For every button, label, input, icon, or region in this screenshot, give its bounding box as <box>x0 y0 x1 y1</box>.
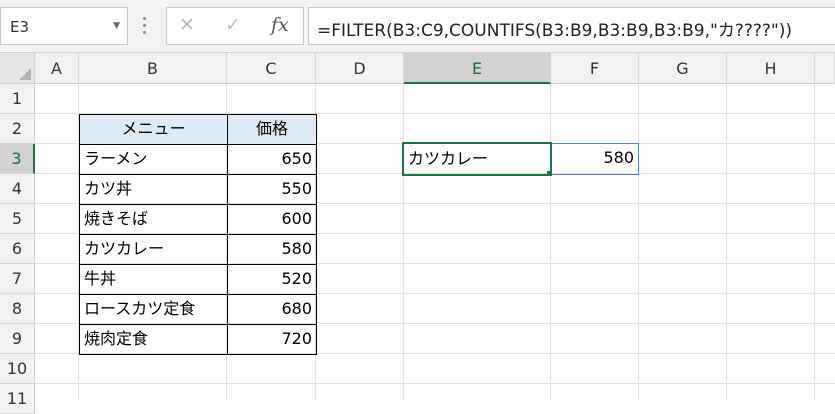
table-cell-menu[interactable]: 焼肉定食 <box>79 324 228 355</box>
result-name-value: カツカレー <box>408 149 489 168</box>
select-all-button[interactable] <box>0 53 35 84</box>
table-cell-price[interactable]: 550 <box>227 174 317 205</box>
table-cell-menu[interactable]: カツカレー <box>79 234 228 265</box>
column-header-h[interactable]: H <box>727 53 815 84</box>
table-header-price[interactable]: 価格 <box>227 114 317 145</box>
insert-function-icon[interactable]: fx <box>271 14 289 36</box>
row-header-10[interactable]: 10 <box>0 354 35 384</box>
table-cell-price[interactable]: 720 <box>227 324 317 355</box>
table-cell-price[interactable]: 680 <box>227 294 317 325</box>
formula-buttons: ✕ ✓ fx <box>166 7 304 45</box>
table-cell-price[interactable]: 600 <box>227 204 317 235</box>
fill-handle[interactable] <box>546 170 550 174</box>
table-cell-price[interactable]: 580 <box>227 234 317 265</box>
column-header-b[interactable]: B <box>79 53 227 84</box>
column-header-g[interactable]: G <box>639 53 727 84</box>
name-box-value: E3 <box>10 18 30 36</box>
formula-bar: E3 ▼ ✕ ✓ fx =FILTER(B3:C9,COUNTIFS(B3:B9… <box>0 0 835 53</box>
active-cell-e3[interactable]: カツカレー <box>402 142 552 176</box>
row-header-9[interactable]: 9 <box>0 324 35 354</box>
table-cell-menu[interactable]: 牛丼 <box>79 264 228 295</box>
table-cell-menu[interactable]: 焼きそば <box>79 204 228 235</box>
row-header-1[interactable]: 1 <box>0 84 35 114</box>
enter-icon[interactable]: ✓ <box>225 14 241 36</box>
formula-input[interactable]: =FILTER(B3:C9,COUNTIFS(B3:B9,B3:B9,B3:B9… <box>308 7 835 45</box>
worksheet-grid: A B C D E F G H 1 2 3 4 5 6 7 8 9 10 11 … <box>0 53 835 414</box>
more-options-icon[interactable] <box>143 14 147 36</box>
row-header-3[interactable]: 3 <box>0 144 35 174</box>
gridline <box>35 383 835 384</box>
name-box[interactable]: E3 ▼ <box>0 7 128 45</box>
table-cell-price[interactable]: 520 <box>227 264 317 295</box>
column-header-f[interactable]: F <box>551 53 639 84</box>
cancel-icon[interactable]: ✕ <box>179 14 195 36</box>
row-header-5[interactable]: 5 <box>0 204 35 234</box>
result-price-cell[interactable]: 580 <box>550 143 639 175</box>
row-header-4[interactable]: 4 <box>0 174 35 204</box>
column-header-i[interactable] <box>815 53 835 84</box>
row-header-6[interactable]: 6 <box>0 234 35 264</box>
row-header-11[interactable]: 11 <box>0 384 35 414</box>
row-header-8[interactable]: 8 <box>0 294 35 324</box>
table-cell-menu[interactable]: カツ丼 <box>79 174 228 205</box>
column-header-c[interactable]: C <box>227 53 316 84</box>
table-cell-menu[interactable]: ロースカツ定食 <box>79 294 228 325</box>
column-header-e[interactable]: E <box>404 53 551 84</box>
table-header-menu[interactable]: メニュー <box>79 114 228 145</box>
formula-text: =FILTER(B3:C9,COUNTIFS(B3:B9,B3:B9,B3:B9… <box>317 21 793 41</box>
chevron-down-icon[interactable]: ▼ <box>113 21 120 31</box>
table-cell-menu[interactable]: ラーメン <box>79 144 228 175</box>
column-header-a[interactable]: A <box>35 53 79 84</box>
column-header-d[interactable]: D <box>316 53 404 84</box>
table-cell-price[interactable]: 650 <box>227 144 317 175</box>
row-header-7[interactable]: 7 <box>0 264 35 294</box>
row-header-2[interactable]: 2 <box>0 114 35 144</box>
